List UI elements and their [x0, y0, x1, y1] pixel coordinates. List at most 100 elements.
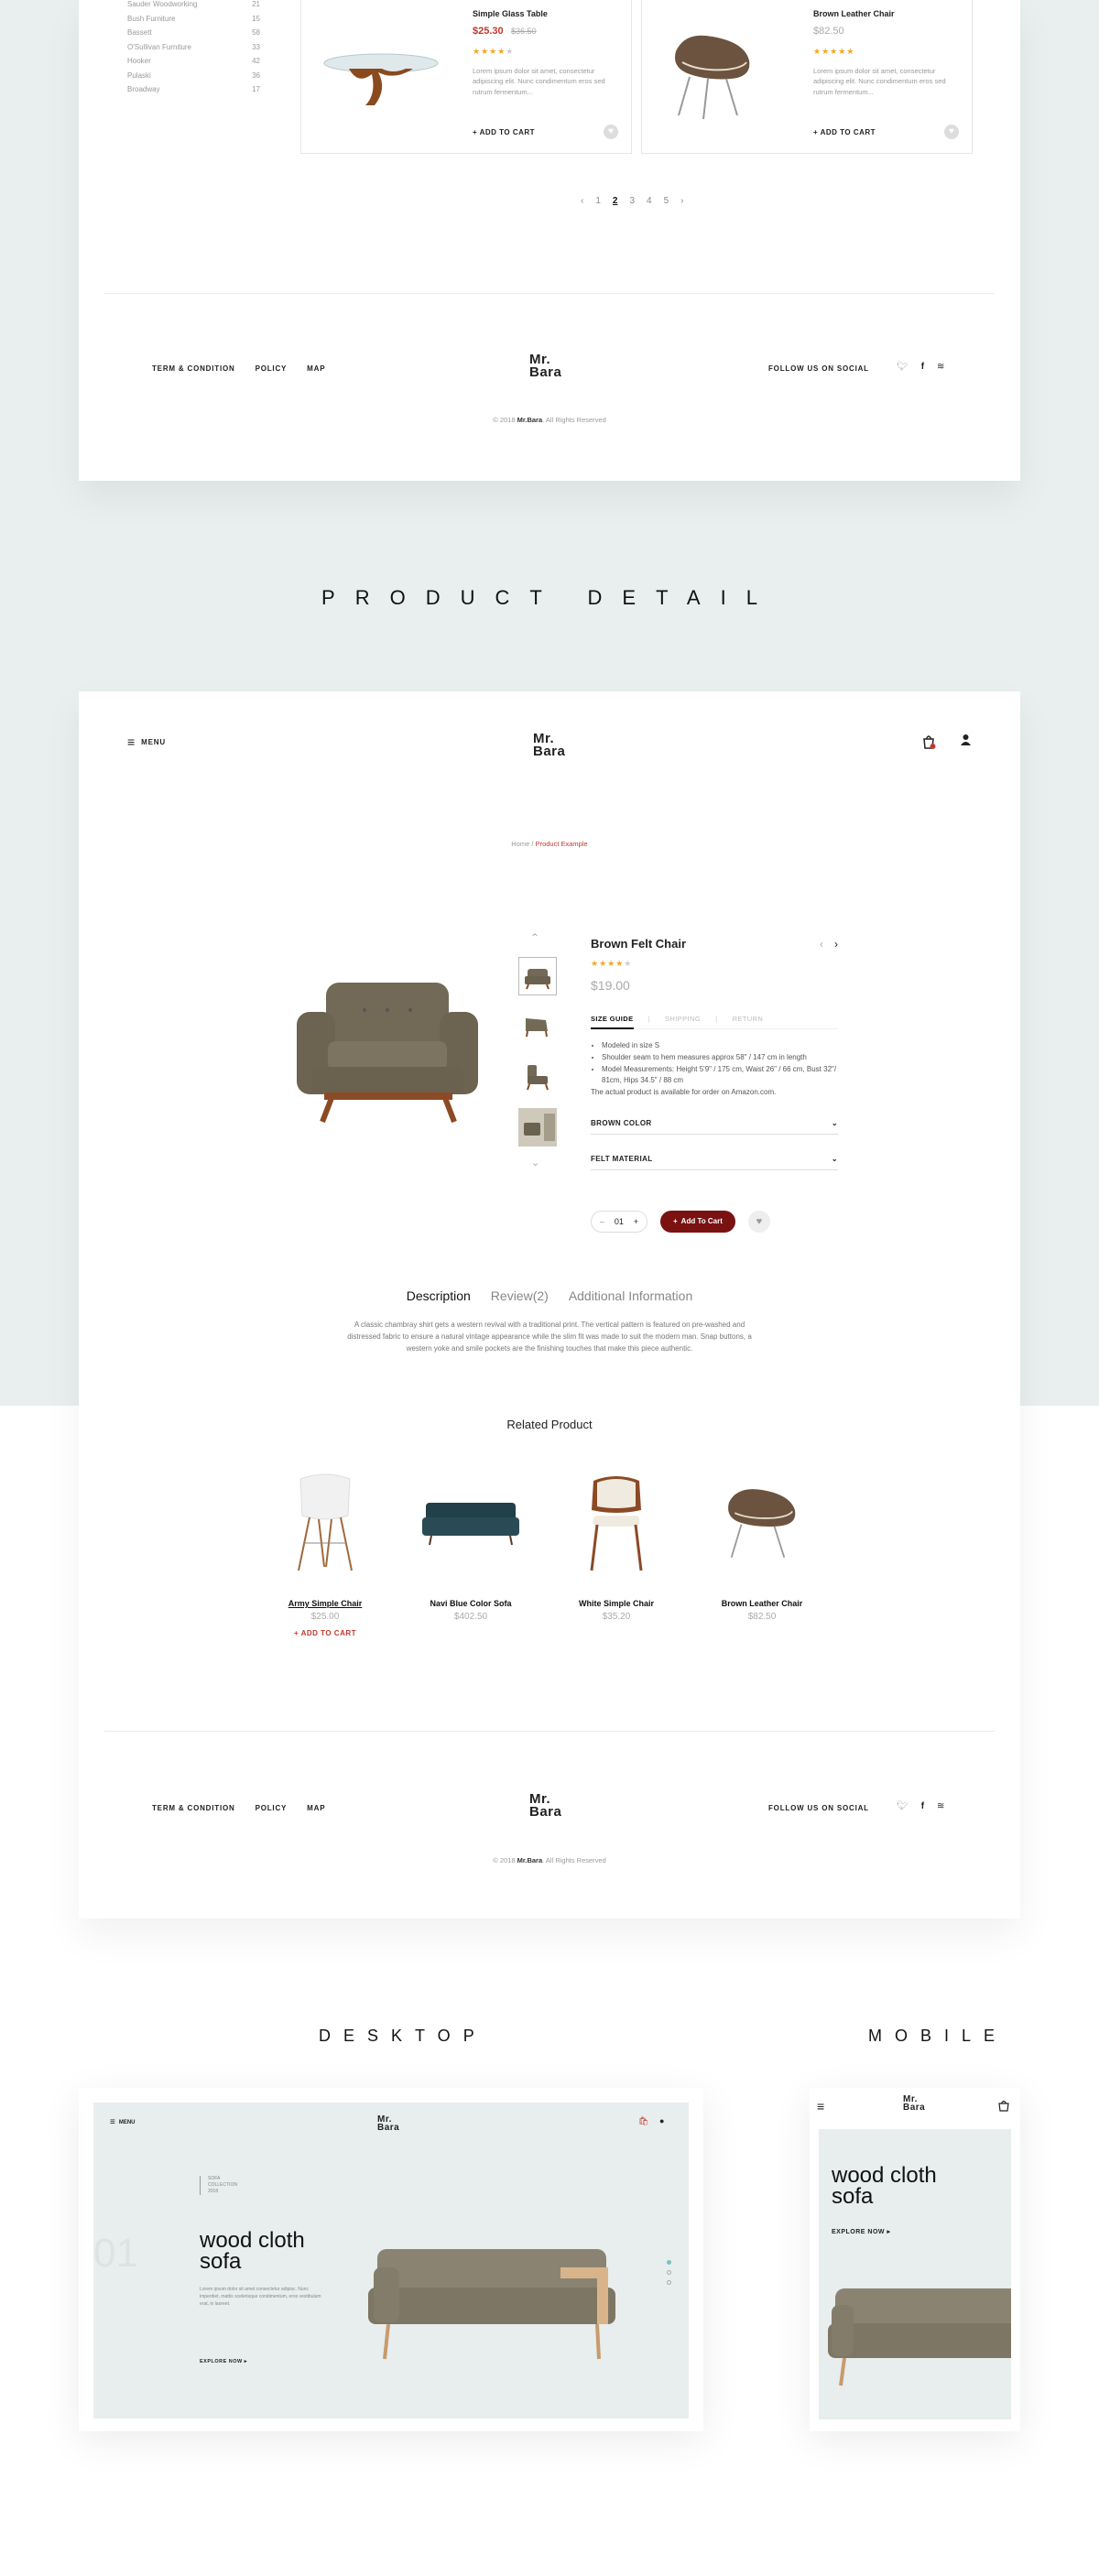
related-name[interactable]: Navi Blue Color Sofa: [416, 1599, 526, 1608]
category-item[interactable]: Sauder Woodworking 21: [127, 0, 260, 12]
category-item[interactable]: Hooker 42: [127, 54, 260, 69]
footer-link-map[interactable]: MAP: [307, 1804, 325, 1812]
product-price: $82.50: [813, 26, 844, 37]
product-price: $25.30: [473, 26, 504, 37]
twitter-icon[interactable]: 🐦︎: [897, 1801, 909, 1811]
tab-description[interactable]: Description: [407, 1288, 471, 1303]
footer-link-terms[interactable]: TERM & CONDITION: [152, 364, 235, 373]
product-name[interactable]: Simple Glass Table: [473, 9, 628, 18]
header-logo[interactable]: Mr. Bara: [903, 2095, 925, 2113]
rss-icon[interactable]: ≋: [937, 362, 944, 372]
category-item[interactable]: Bassett 58: [127, 26, 260, 40]
thumbnail[interactable]: [518, 1007, 557, 1046]
section-title-product-detail: PRODUCT DETAIL: [321, 586, 778, 609]
page-2[interactable]: 2: [613, 196, 618, 206]
slider-dot[interactable]: [667, 2270, 671, 2275]
details-tabs: Description Review(2) Additional Informa…: [79, 1288, 1020, 1303]
header-logo[interactable]: Mr. Bara: [377, 2115, 399, 2133]
page-4[interactable]: 4: [647, 196, 652, 206]
footer-link-terms[interactable]: TERM & CONDITION: [152, 1804, 235, 1812]
pagination-prev[interactable]: ‹: [581, 196, 583, 206]
user-icon[interactable]: ●: [659, 2116, 664, 2125]
prev-product-arrow[interactable]: ‹: [820, 938, 823, 951]
pagination-next[interactable]: ›: [680, 196, 683, 206]
category-count: 15: [252, 14, 260, 23]
slider-dot-active[interactable]: [667, 2260, 671, 2265]
page-5[interactable]: 5: [664, 196, 669, 206]
add-to-cart-button[interactable]: + ADD TO CART: [275, 1629, 375, 1637]
related-name[interactable]: White Simple Chair: [566, 1599, 667, 1608]
tab-size-guide[interactable]: SIZE GUIDE: [591, 1015, 634, 1029]
twitter-icon[interactable]: 🐦︎: [897, 362, 909, 372]
menu-button[interactable]: ≡ MENU: [127, 735, 166, 748]
cart-icon[interactable]: 🛍︎: [638, 2116, 648, 2126]
quantity-plus[interactable]: +: [634, 1217, 638, 1226]
page-3[interactable]: 3: [629, 196, 635, 206]
leather-chair-image[interactable]: [662, 24, 763, 125]
footer-links: TERM & CONDITION POLICY MAP: [152, 364, 325, 373]
user-icon[interactable]: [960, 734, 972, 751]
heart-icon[interactable]: ♥: [604, 125, 618, 139]
footer-logo[interactable]: Mr. Bara: [529, 353, 561, 378]
facebook-icon[interactable]: f: [921, 362, 924, 372]
glass-table-image[interactable]: [321, 49, 441, 113]
copyright: © 2018 Mr.Bara. All Rights Reserved: [79, 1856, 1020, 1864]
category-item[interactable]: Broadway 17: [127, 82, 260, 97]
product-main-image[interactable]: [291, 975, 484, 1126]
add-to-cart-button[interactable]: + ADD TO CART: [813, 128, 876, 136]
related-name[interactable]: Brown Leather Chair: [712, 1599, 812, 1608]
bag-icon[interactable]: [997, 2099, 1010, 2116]
color-option[interactable]: BROWN COLOR ⌄: [591, 1119, 838, 1135]
mobile-preview: ≡ Mr. Bara wood cloth sofa EXPLORE NOW ▸: [810, 2088, 1020, 2431]
explore-button[interactable]: EXPLORE NOW ▸: [200, 2359, 247, 2364]
hamburger-icon[interactable]: ≡: [817, 2099, 824, 2114]
brown-chair-image[interactable]: [712, 1470, 812, 1575]
category-item[interactable]: Pulaski 36: [127, 69, 260, 83]
product-name[interactable]: Brown Leather Chair: [813, 9, 969, 18]
category-item[interactable]: O'Sullivan Furniture 33: [127, 40, 260, 55]
material-option[interactable]: FELT MATERIAL ⌄: [591, 1155, 838, 1170]
footer-link-map[interactable]: MAP: [307, 364, 325, 373]
quantity-minus[interactable]: –: [600, 1217, 604, 1226]
category-item[interactable]: Bush Furniture 15: [127, 12, 260, 27]
thumbnail[interactable]: [518, 1058, 557, 1096]
related-name[interactable]: Army Simple Chair: [275, 1599, 375, 1608]
thumbnail[interactable]: [518, 957, 557, 995]
rss-icon[interactable]: ≋: [937, 1801, 944, 1811]
next-product-arrow[interactable]: ›: [834, 938, 838, 951]
thumb-up-arrow[interactable]: ⌃: [530, 931, 539, 944]
tab-return[interactable]: RETURN: [733, 1015, 764, 1023]
add-to-cart-button[interactable]: + Add To Cart: [660, 1210, 735, 1233]
product-desc: Lorem ipsum dolor sit amet, consectetur …: [473, 67, 605, 96]
menu-button[interactable]: ≡ MENU: [110, 2117, 136, 2127]
category-count: 17: [252, 85, 260, 93]
thumb-down-arrow[interactable]: ⌄: [531, 1157, 539, 1168]
hero-title: wood cloth sofa: [832, 2165, 937, 2208]
add-to-cart-button[interactable]: + ADD TO CART: [473, 128, 535, 136]
social-label: FOLLOW US ON SOCIAL: [768, 1804, 869, 1812]
footer-logo[interactable]: Mr. Bara: [529, 1792, 561, 1818]
breadcrumb-home[interactable]: Home: [511, 840, 529, 848]
header-logo[interactable]: Mr. Bara: [533, 732, 565, 757]
cart-icon[interactable]: [921, 734, 936, 749]
category-list: Sauder Woodworking 21 Bush Furniture 15 Bass…: [127, 0, 260, 97]
related-price: $35.20: [602, 1612, 631, 1622]
facebook-icon[interactable]: f: [921, 1801, 924, 1811]
wishlist-button[interactable]: ♥: [747, 1210, 770, 1233]
heart-icon[interactable]: ♥: [944, 125, 959, 139]
tab-review[interactable]: Review(2): [491, 1288, 549, 1303]
army-chair-image[interactable]: [275, 1470, 375, 1575]
page-1[interactable]: 1: [595, 196, 601, 206]
explore-button[interactable]: EXPLORE NOW ▸: [832, 2228, 890, 2235]
blue-sofa-image[interactable]: [416, 1470, 526, 1575]
tab-additional-info[interactable]: Additional Information: [569, 1288, 692, 1303]
rating-stars: ★★★★★: [473, 47, 515, 56]
tab-shipping[interactable]: SHIPPING: [665, 1015, 701, 1023]
quantity-value[interactable]: 01: [615, 1217, 624, 1226]
slider-dot[interactable]: [667, 2280, 671, 2285]
footer-links: TERM & CONDITION POLICY MAP: [152, 1804, 325, 1812]
footer-link-policy[interactable]: POLICY: [256, 364, 288, 373]
thumbnail[interactable]: [518, 1108, 557, 1147]
white-chair-image[interactable]: [566, 1470, 667, 1575]
footer-link-policy[interactable]: POLICY: [256, 1804, 288, 1812]
